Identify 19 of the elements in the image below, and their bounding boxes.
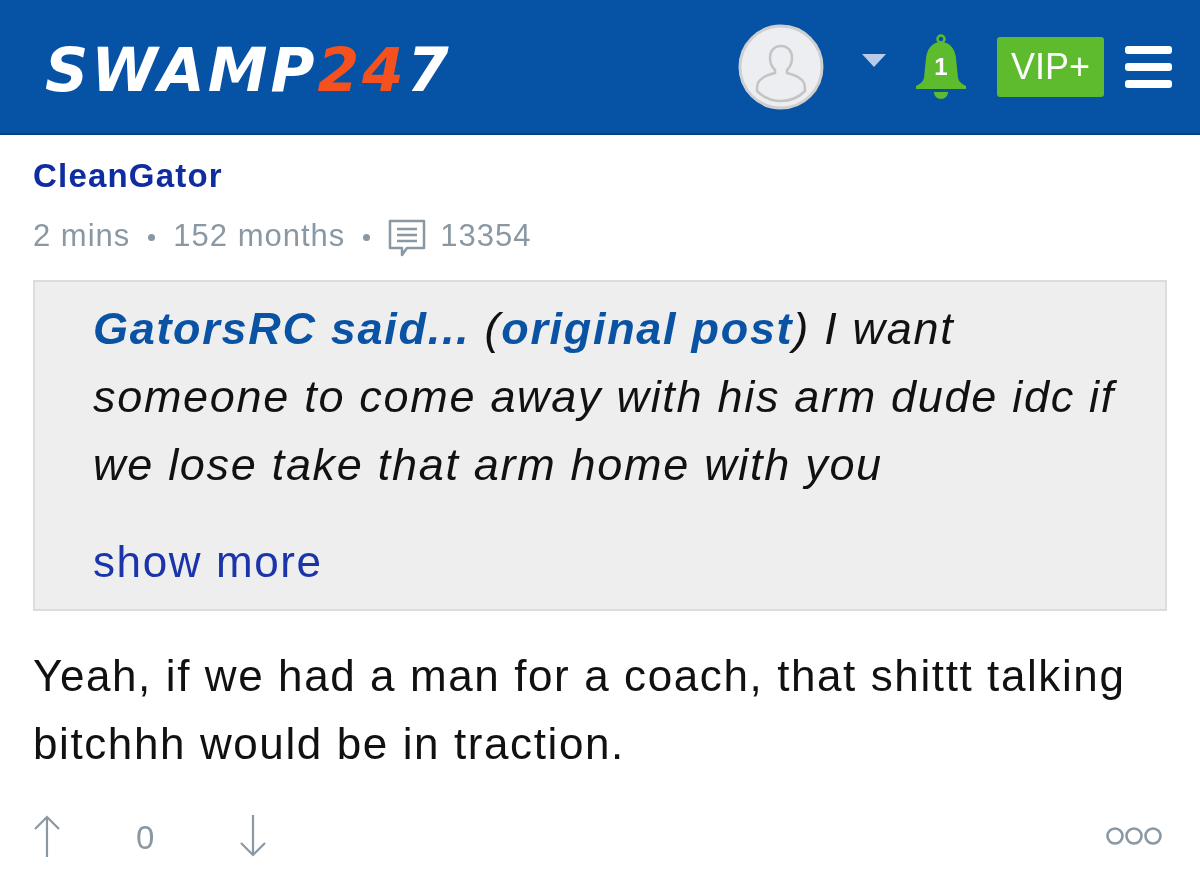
vote-count: 0	[136, 818, 155, 858]
menu-icon[interactable]	[1125, 45, 1172, 88]
quote-text: GatorsRC said... (original post) I want someone to come away with his arm dude idc if we lose take that arm home with you	[93, 302, 1118, 492]
more-options-icon[interactable]	[1106, 826, 1162, 846]
site-logo[interactable]: SWAMP247	[45, 39, 452, 100]
quoted-author-link[interactable]: GatorsRC said...	[93, 303, 471, 354]
post-time: 2 mins	[33, 217, 131, 255]
arrow-up-icon[interactable]	[33, 815, 61, 857]
member-tenure: 152 months	[173, 217, 346, 255]
post-body: Yeah, if we had a man for a coach, that shittt talking bitchhh would be in traction.	[33, 650, 1127, 770]
arrow-down-icon[interactable]	[239, 815, 268, 857]
separator-dot-icon	[363, 233, 371, 241]
show-more-link[interactable]: show more	[93, 528, 323, 596]
post-count: 13354	[440, 217, 532, 255]
caret-icon[interactable]	[862, 53, 886, 68]
comment-icon	[388, 219, 427, 257]
separator-dot-icon	[148, 233, 156, 241]
avatar-icon[interactable]	[738, 23, 824, 110]
author-link[interactable]: CleanGator	[33, 157, 223, 195]
